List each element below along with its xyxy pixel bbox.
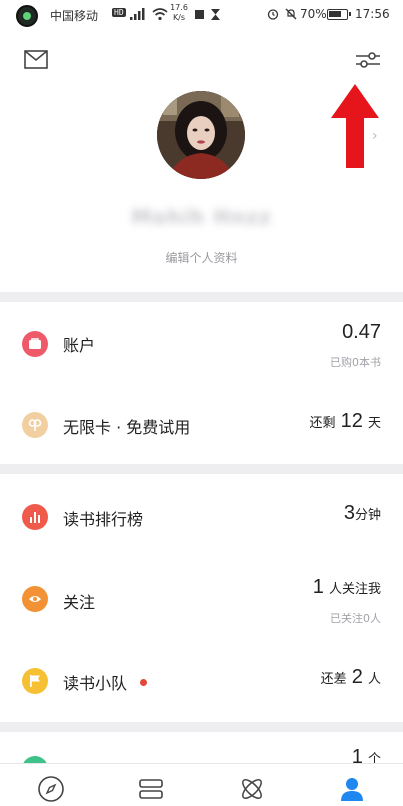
account-purchased: 已购0本书 [330,356,381,369]
eye-icon [29,596,41,602]
partial-row-icon [22,756,48,763]
network-speed: 17.6 K/s [170,3,188,22]
follow-label: 关注 [63,593,96,612]
chevron-right-icon: › [372,128,378,144]
app-notification-icon [16,5,38,27]
wifi-icon [152,8,168,21]
card-icon-badge [22,412,48,438]
unlimited-card-label: 无限卡 · 免费试用 [63,418,191,437]
link-icon [28,419,42,431]
edit-profile-link[interactable]: 编辑个人资料 [0,249,403,266]
section-divider [0,292,403,302]
ranking-icon-badge [22,504,48,530]
signal-icon [130,8,145,20]
tab-bar [0,763,403,806]
avatar-photo [157,91,245,179]
unlimited-card-remaining: 还剩 12 天 [309,410,381,432]
clock: 17:56 [355,7,390,21]
team-needed: 还差 2 人 [320,666,381,688]
partial-row-value: 1 个 [351,746,381,763]
hd-badge: HD [112,8,126,17]
unlimited-card-row[interactable]: 无限卡 · 免费试用 还剩 12 天 [0,386,403,464]
status-bar: 中国移动 HD 17.6 K/s 70% 17:56 [0,0,403,30]
account-icon-badge [22,331,48,357]
reading-team-row[interactable]: 读书小队 还差 2 人 [0,640,403,722]
bookshelf-icon[interactable] [137,775,165,803]
wallet-icon [29,338,41,349]
flag-icon [30,675,40,687]
mail-icon[interactable] [24,50,48,69]
carrier-name: 中国移动 [50,9,99,23]
mute-icon [285,8,297,20]
notification-dot [140,679,147,686]
battery-icon [327,9,351,20]
ranking-label: 读书排行榜 [63,510,144,529]
account-balance: 0.47 [342,321,381,343]
ranking-row[interactable]: 读书排行榜 3分钟 [0,474,403,560]
atom-icon[interactable] [238,775,266,803]
red-arrow-annotation [331,84,379,168]
account-row[interactable]: 账户 0.47 已购0本书 [0,302,403,384]
team-icon-badge [22,668,48,694]
reading-team-label: 读书小队 [63,674,128,693]
hourglass-icon [211,9,220,20]
section-divider [0,722,403,732]
follow-icon-badge [22,586,48,612]
account-label: 账户 [63,336,96,355]
settings-sliders-icon[interactable] [355,50,381,70]
following-count: 已关注0人 [330,612,381,625]
section-divider [0,464,403,474]
battery-percent: 70% [300,7,327,21]
compass-icon[interactable] [37,775,65,803]
partial-row[interactable]: 1 个 [0,732,403,763]
alarm-icon [267,9,279,20]
follow-row[interactable]: 关注 1 人关注我 已关注0人 [0,560,403,640]
avatar[interactable] [157,91,245,179]
followers-count: 1 人关注我 [312,576,381,598]
bar-chart-icon [30,512,40,523]
reading-time: 3分钟 [343,502,381,524]
square-notification-icon [195,10,204,19]
username[interactable]: Mohih Hnzz [0,205,403,229]
person-icon[interactable] [338,775,366,803]
